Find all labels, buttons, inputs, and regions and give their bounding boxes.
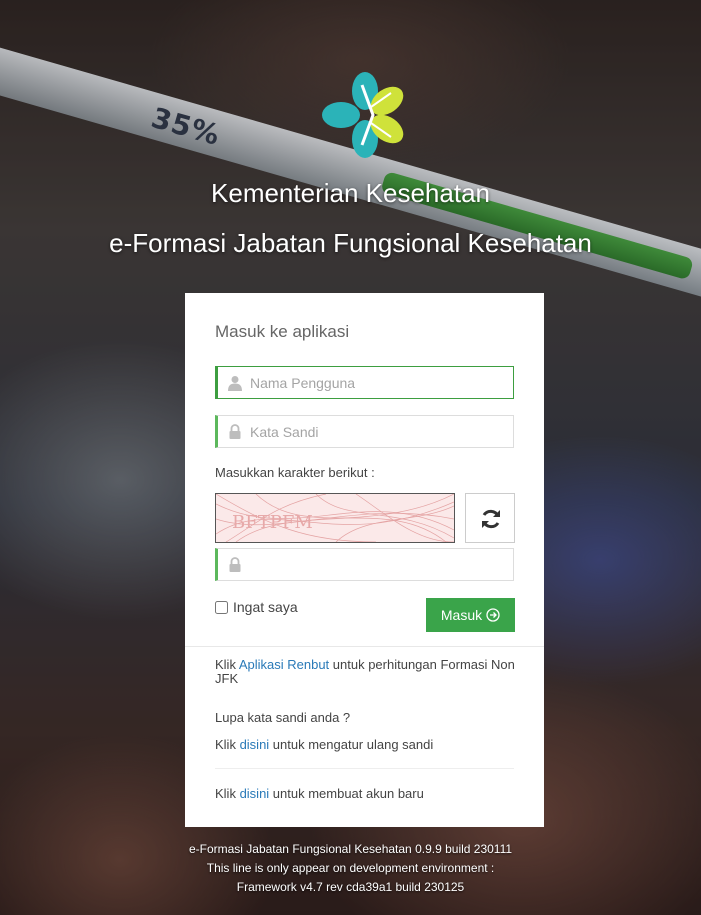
captcha-text: BFTPFM [232, 512, 313, 533]
reset-info: Klik disini untuk mengatur ulang sandi [215, 738, 515, 752]
password-field[interactable] [215, 415, 514, 448]
kemenkes-logo [322, 72, 404, 158]
forgot-password-question: Lupa kata sandi anda ? [215, 710, 351, 725]
captcha-image: BFTPFM [215, 493, 455, 543]
app-title: e-Formasi Jabatan Fungsional Kesehatan [109, 228, 592, 258]
remember-checkbox[interactable] [215, 600, 228, 614]
captcha-field[interactable] [215, 548, 514, 581]
captcha-label: Masukkan karakter berikut : [215, 465, 375, 480]
register-info: Klik disini untuk membuat akun baru [215, 787, 515, 801]
footer: e-Formasi Jabatan Fungsional Kesehatan 0… [0, 840, 701, 897]
user-icon [228, 376, 242, 391]
renbut-prefix: Klik [215, 657, 239, 672]
reset-suffix: untuk mengatur ulang sandi [269, 737, 434, 752]
login-card: Masuk ke aplikasi Masukkan karakter beri… [185, 293, 544, 827]
captcha-input[interactable] [250, 549, 505, 580]
renbut-info: Klik Aplikasi Renbut untuk perhitungan F… [215, 658, 515, 686]
lock-icon [229, 557, 241, 572]
links-divider [215, 768, 514, 769]
captcha-refresh-button[interactable] [465, 493, 515, 543]
ministry-title: Kementerian Kesehatan [211, 178, 490, 208]
lock-icon [229, 424, 241, 439]
renbut-link[interactable]: Aplikasi Renbut [239, 657, 329, 672]
register-suffix: untuk membuat akun baru [269, 786, 424, 801]
refresh-icon [482, 509, 500, 529]
password-input[interactable] [250, 416, 505, 447]
card-divider [185, 646, 544, 647]
register-prefix: Klik [215, 786, 240, 801]
remember-label: Ingat saya [233, 599, 298, 615]
login-title: Masuk ke aplikasi [215, 322, 350, 341]
footer-version: e-Formasi Jabatan Fungsional Kesehatan 0… [188, 842, 513, 856]
reset-password-link[interactable]: disini [240, 737, 270, 752]
footer-dev-notice: This line is only appear on development … [206, 861, 495, 875]
arrow-right-circle-icon [486, 608, 500, 622]
username-field[interactable] [215, 366, 514, 399]
login-button[interactable]: Masuk [426, 598, 515, 632]
reset-prefix: Klik [215, 737, 240, 752]
register-link[interactable]: disini [240, 786, 270, 801]
username-input[interactable] [250, 367, 505, 398]
login-button-label: Masuk [440, 607, 483, 623]
footer-framework: Framework v4.7 rev cda39a1 build 230125 [236, 880, 465, 894]
remember-me[interactable]: Ingat saya [215, 599, 298, 615]
